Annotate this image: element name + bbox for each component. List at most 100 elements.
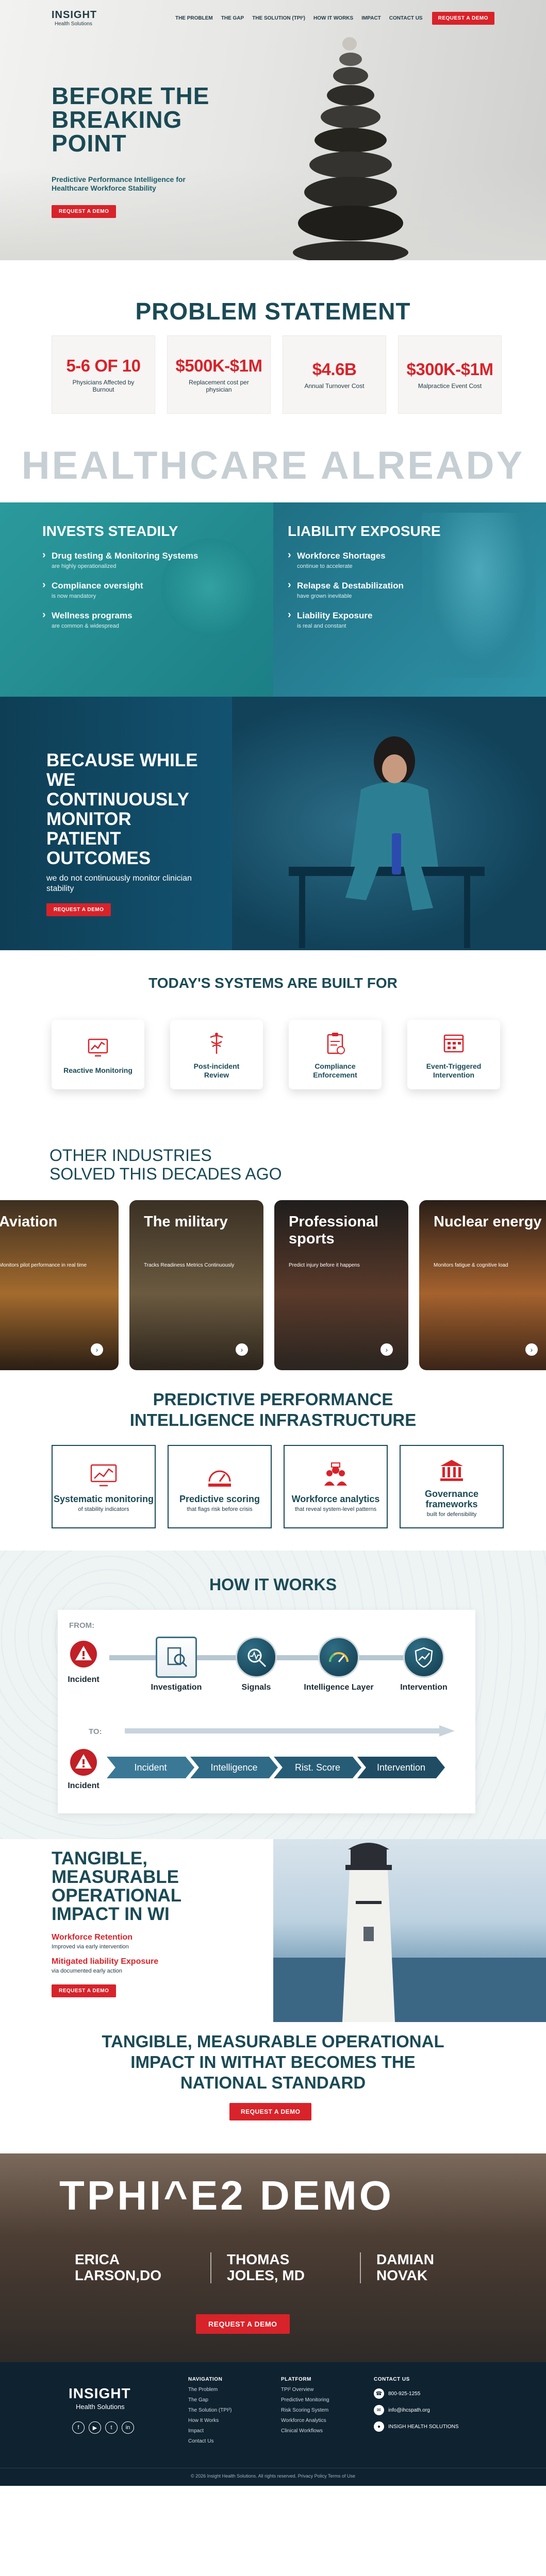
- infra-card-title: Predictive scoring: [179, 1493, 260, 1504]
- footer-platform-link[interactable]: Workforce Analytics: [281, 2418, 329, 2423]
- nav-item-impact[interactable]: IMPACT: [361, 15, 381, 21]
- demo-request-button[interactable]: REQUEST A DEMO: [196, 2314, 290, 2334]
- invests-item-sub: is now mandatory: [52, 593, 96, 599]
- footer-platform-link[interactable]: Predictive Monitoring: [281, 2397, 329, 2403]
- footer-logo[interactable]: INSIGHT Health Solutions: [69, 2385, 131, 2411]
- hero-title-line-3: POINT: [52, 130, 127, 157]
- industry-card-sub: Monitors pilot performance in real time: [0, 1262, 87, 1268]
- footer-nav-column: NAVIGATION The Problem The Gap The Solut…: [188, 2377, 231, 2444]
- footer-nav-link[interactable]: The Gap: [188, 2397, 231, 2403]
- infra-row: Systematic monitoring of stability indic…: [52, 1445, 504, 1528]
- liability-item-title: Workforce Shortages: [297, 551, 386, 561]
- system-label: Compliance Enforcement: [313, 1062, 357, 1079]
- tangible-text-block: TANGIBLE, MEASURABLE OPERATIONAL IMPACT …: [52, 1849, 217, 1997]
- footer-platform-link[interactable]: Clinical Workflows: [281, 2428, 329, 2434]
- linkedin-icon[interactable]: in: [122, 2421, 134, 2434]
- invests-item: Compliance oversight is now mandatory: [42, 579, 218, 599]
- industry-card-sports[interactable]: Professional sports Predict injury befor…: [274, 1200, 408, 1370]
- liability-item-title: Liability Exposure: [297, 611, 373, 620]
- card-arrow-icon[interactable]: ›: [91, 1343, 103, 1356]
- national-demo-button[interactable]: REQUEST A DEMO: [229, 2103, 312, 2120]
- industry-card-title: Professional sports: [289, 1214, 379, 1247]
- systems-section: TODAY'S SYSTEMS ARE BUILT FOR Reactive M…: [0, 950, 546, 1131]
- chevron-intelligence: Intelligence: [190, 1757, 278, 1778]
- clinician-stability-section: BECAUSE WHILE WE CONTINUOUSLY MONITOR PA…: [0, 697, 546, 950]
- nurse-figure-image: [289, 736, 485, 948]
- stat-value: $4.6B: [312, 360, 357, 379]
- stat-label: Malpractice Event Cost: [418, 382, 482, 390]
- lighthouse-image: [273, 1843, 546, 2022]
- footer-contact-heading: CONTACT US: [374, 2377, 410, 2382]
- email-address: info@ihcspath.org: [388, 2407, 430, 2413]
- infra-card: Systematic monitoring of stability indic…: [52, 1445, 156, 1528]
- contact-phone[interactable]: ☎ 800-925-1255: [374, 2388, 459, 2399]
- facebook-icon[interactable]: f: [72, 2421, 85, 2434]
- from-step-intelligence: Intelligence Layer: [300, 1637, 377, 1692]
- nav-demo-button[interactable]: REQUEST A DEMO: [432, 11, 494, 25]
- social-links: f ▶ t in: [72, 2421, 134, 2434]
- nav-item-problem[interactable]: THE PROBLEM: [175, 15, 213, 21]
- footer-nav-link[interactable]: Contact Us: [188, 2438, 231, 2444]
- nav-item-solution[interactable]: THE SOLUTION (TPI²): [252, 15, 305, 21]
- result-sub: Improved via early intervention: [52, 1944, 129, 1950]
- footer-platform-link[interactable]: TPI² Overview: [281, 2387, 329, 2393]
- twitter-icon[interactable]: t: [105, 2421, 118, 2434]
- tangible-demo-button[interactable]: REQUEST A DEMO: [52, 1984, 117, 1997]
- from-step-label: Intervention: [400, 1683, 448, 1692]
- nurse-demo-button[interactable]: REQUEST A DEMO: [46, 903, 111, 916]
- stats-row: 5-6 OF 10 Physicians Affected by Burnout…: [52, 335, 502, 414]
- system-card: Reactive Monitoring: [52, 1020, 144, 1089]
- lighthouse-photo: [273, 1839, 546, 2022]
- nurse-text: we do not continuously monitor clinician…: [46, 874, 192, 893]
- signals-search-icon: [236, 1637, 277, 1678]
- invests-item-sub: are common & widespread: [52, 623, 119, 629]
- presenter-first-name: ERICA: [75, 2251, 120, 2267]
- stat-value: $300K-$1M: [406, 360, 493, 379]
- footer-nav-link[interactable]: The Solution (TPI²): [188, 2407, 231, 2413]
- youtube-icon[interactable]: ▶: [89, 2421, 101, 2434]
- card-arrow-icon[interactable]: ›: [525, 1343, 538, 1356]
- footer-nav-link[interactable]: Impact: [188, 2428, 231, 2434]
- to-chevrons: Incident Intelligence Rist. Score Interv…: [107, 1757, 445, 1778]
- logo[interactable]: INSIGHT Health Solutions: [52, 10, 97, 27]
- nav-item-contact[interactable]: CONTACT US: [389, 15, 423, 21]
- card-arrow-icon[interactable]: ›: [236, 1343, 248, 1356]
- national-title-line-2: IMPACT IN WITHAT BECOMES THE: [130, 2052, 416, 2072]
- industry-card-military[interactable]: The military Tracks Readiness Metrics Co…: [129, 1200, 263, 1370]
- industry-card-title: The military: [144, 1214, 228, 1230]
- invests-item: Wellness programs are common & widesprea…: [42, 609, 218, 629]
- footer-nav-link[interactable]: How It Works: [188, 2418, 231, 2423]
- nav-item-how[interactable]: HOW IT WORKS: [313, 15, 353, 21]
- from-step-intervention: Intervention: [388, 1637, 460, 1692]
- footer-platform-column: PLATFORM TPI² Overview Predictive Monito…: [281, 2377, 329, 2434]
- invests-title: INVESTS STEADILY: [42, 523, 178, 539]
- nav-item-gap[interactable]: THE GAP: [221, 15, 244, 21]
- infra-card-sub: that reveal system-level patterns: [294, 1506, 377, 1512]
- liability-panel: LIABILITY EXPOSURE Workforce Shortages c…: [273, 502, 546, 697]
- warning-icon: [70, 1749, 97, 1776]
- hero-demo-button[interactable]: REQUEST A DEMO: [52, 205, 117, 218]
- footer-platform-link[interactable]: Risk Scoring System: [281, 2407, 329, 2413]
- infra-card: Governance frameworks built for defensib…: [400, 1445, 504, 1528]
- industries-title-line-2: SOLVED THIS DECADES AGO: [49, 1165, 282, 1183]
- chevron-incident: Incident: [107, 1757, 194, 1778]
- from-step-label: Intelligence Layer: [304, 1683, 374, 1692]
- presenter-1: ERICA LARSON,DO: [75, 2251, 161, 2283]
- logo-sub: Health Solutions: [55, 21, 92, 27]
- clipboard-check-icon: [327, 1032, 345, 1054]
- industry-card-nuclear[interactable]: Nuclear energy Monitors fatigue & cognit…: [419, 1200, 546, 1370]
- nurse-title: BECAUSE WHILE WE CONTINUOUSLY MONITOR PA…: [46, 750, 198, 868]
- footer-nav-link[interactable]: The Problem: [188, 2387, 231, 2393]
- systems-row: Reactive Monitoring Post-incident Review…: [52, 1020, 500, 1089]
- contact-email[interactable]: ✉ info@ihcspath.org: [374, 2405, 459, 2415]
- result-sub: via documented early action: [52, 1968, 122, 1974]
- stat-card: $300K-$1M Malpractice Event Cost: [398, 335, 502, 414]
- gauge-icon: [208, 1470, 231, 1487]
- system-card: Compliance Enforcement: [289, 1020, 382, 1089]
- warning-icon: [70, 1641, 97, 1668]
- problem-title: PROBLEM STATEMENT: [135, 298, 411, 325]
- industry-card-title: Nuclear energy: [434, 1214, 542, 1230]
- card-arrow-icon[interactable]: ›: [380, 1343, 393, 1356]
- top-nav: INSIGHT Health Solutions THE PROBLEM THE…: [0, 0, 546, 36]
- industry-card-aviation[interactable]: Aviation Monitors pilot performance in r…: [0, 1200, 119, 1370]
